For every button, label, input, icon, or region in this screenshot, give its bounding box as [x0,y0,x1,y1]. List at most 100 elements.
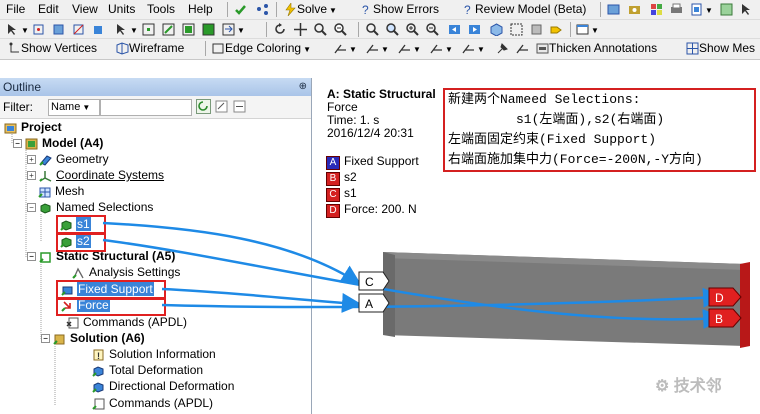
thicken-icon [536,43,549,54]
rotate-icon[interactable] [274,22,287,37]
hide-icon[interactable] [530,22,543,37]
menu-file[interactable]: File [6,2,25,16]
extend-select-icon[interactable]: ▼ [222,22,245,37]
tree-item-solution-information[interactable]: ! Solution Information [92,347,217,362]
box-zoom-icon[interactable] [510,22,523,37]
report-icon[interactable]: ▼ [690,2,713,17]
print-icon[interactable] [670,2,683,17]
wireframe-icon [116,42,129,55]
legend-item-fixed-support[interactable]: A Fixed Support [326,154,419,170]
select-body-mode-icon[interactable] [202,22,215,37]
edge-display-3-icon[interactable]: ▼ [398,41,421,56]
svg-text:?: ? [464,3,471,16]
tree-connect-icon[interactable] [256,2,269,17]
menu-tools[interactable]: Tools [147,2,175,16]
zoom-icon[interactable] [314,22,327,37]
collapse-toggle-icon[interactable]: − [27,203,36,213]
show-vertices-button[interactable]: Show Vertices [8,41,97,56]
camera-icon[interactable] [628,2,641,17]
palette-icon[interactable] [650,2,663,17]
menu-view[interactable]: View [72,2,98,16]
annotation-note: 新建两个Nameed Selections: s1(左端面),s2(右端面) 左… [443,88,756,172]
tree-item-commands-a5[interactable]: Commands (APDL) [66,315,188,330]
menu-edit[interactable]: Edit [38,2,59,16]
next-view-icon[interactable] [468,22,481,37]
tree-item-total-deformation[interactable]: Total Deformation [92,363,204,378]
wireframe-button[interactable]: Wireframe [116,41,184,56]
menu-units[interactable]: Units [108,2,135,16]
deformation-icon [92,366,104,377]
collapse-toggle-icon[interactable]: − [13,139,22,149]
select-point-icon[interactable] [32,22,45,37]
check-icon[interactable] [234,2,247,17]
commands-icon [66,317,79,329]
tree-item-solution[interactable]: − Solution (A6) [41,331,146,346]
show-mesh-button[interactable]: Show Mes [686,41,755,56]
show-errors-button[interactable]: ? Show Errors [360,2,439,17]
iso-view-icon[interactable] [490,22,503,37]
previous-view-icon[interactable] [448,22,461,37]
expand-toggle-icon[interactable]: + [27,155,36,165]
review-model-button[interactable]: ? Review Model (Beta) [462,2,586,17]
outline-panel: Outline ⊕ Filter: Name ▼ Project − Model (… [0,78,312,414]
pointer-icon[interactable] [740,2,753,17]
tree-item-mesh[interactable]: Mesh [38,184,85,199]
edge-display-2-icon[interactable]: ▼ [366,41,389,56]
question-icon: ? [464,3,471,16]
magnifier-icon[interactable] [386,22,399,37]
collapse-toggle-icon[interactable]: − [27,252,36,262]
tree-item-analysis-settings[interactable]: Analysis Settings [72,265,181,280]
menu-bar: File Edit View Units Tools Help Solve ▼ ?… [0,0,760,19]
zoom-to-fit-icon[interactable] [366,22,379,37]
tree-item-geometry[interactable]: + Geometry [27,152,110,167]
tree-item-model[interactable]: − Model (A4) [13,136,104,151]
edge-display-5-icon[interactable]: ▼ [462,41,485,56]
legend-item-s1[interactable]: Cs1 [326,186,419,202]
collapse-toggle-icon[interactable]: − [41,334,50,344]
deformation-icon [92,382,104,393]
select-edge-icon[interactable] [72,22,85,37]
select-vertex-icon[interactable] [142,22,155,37]
magnifier-minus-icon[interactable] [426,22,439,37]
menu-help[interactable]: Help [188,2,213,16]
vertex-icon [9,42,19,53]
edge-display-6-icon[interactable] [516,41,529,56]
select-edge-mode-icon[interactable] [162,22,175,37]
note-line-2: s1(左端面),s2(右端面) [516,112,665,127]
coordinate-system-icon [39,170,52,182]
legend-item-s2[interactable]: Bs2 [326,170,419,186]
graphics-toolbar: Show Vertices Wireframe Edge Coloring ▼ ▼… [0,38,760,60]
legend-item-force[interactable]: D Force: 200. N [326,202,419,218]
tree-item-commands-a6[interactable]: Commands (APDL) [92,396,214,411]
pan-icon[interactable] [294,22,307,37]
window-icon[interactable]: ▼ [576,22,599,37]
select-body-icon[interactable] [92,22,105,37]
edge-coloring-button[interactable]: Edge Coloring ▼ [212,41,311,56]
project-icon [4,123,17,134]
select-face-mode-icon[interactable] [182,22,195,37]
tree-item-directional-deformation[interactable]: Directional Deformation [92,379,235,394]
grid-icon[interactable] [720,2,733,17]
tree-item-project[interactable]: Project [4,120,63,135]
info-icon: ! [93,349,104,361]
tree-item-named-selections[interactable]: − Named Selections [27,200,154,215]
zoom-box-icon[interactable] [334,22,347,37]
tree-item-coordinate-systems[interactable]: + Coordinate Systems [27,168,165,183]
select-face-icon[interactable] [52,22,65,37]
expand-toggle-icon[interactable]: + [27,171,36,181]
pointer-icon[interactable]: ▼ [6,22,29,37]
mode-select-icon[interactable]: ▼ [115,22,138,37]
edge-display-1-icon[interactable]: ▼ [334,41,357,56]
pin-icon[interactable] [496,41,509,56]
magnifier-plus-icon[interactable] [406,22,419,37]
svg-text:?: ? [362,3,369,16]
edge-display-4-icon[interactable]: ▼ [430,41,453,56]
image-icon[interactable] [607,2,620,17]
mesh-icon [38,187,51,198]
viewport-header: A: Static Structural Force Time: 1. s 20… [327,88,436,140]
thicken-annotations-button[interactable]: Thicken Annotations [536,41,657,56]
solve-button[interactable]: Solve ▼ [284,2,337,17]
label-icon[interactable] [550,22,563,37]
geometry-icon [39,155,52,166]
svg-text:!: ! [97,351,100,361]
